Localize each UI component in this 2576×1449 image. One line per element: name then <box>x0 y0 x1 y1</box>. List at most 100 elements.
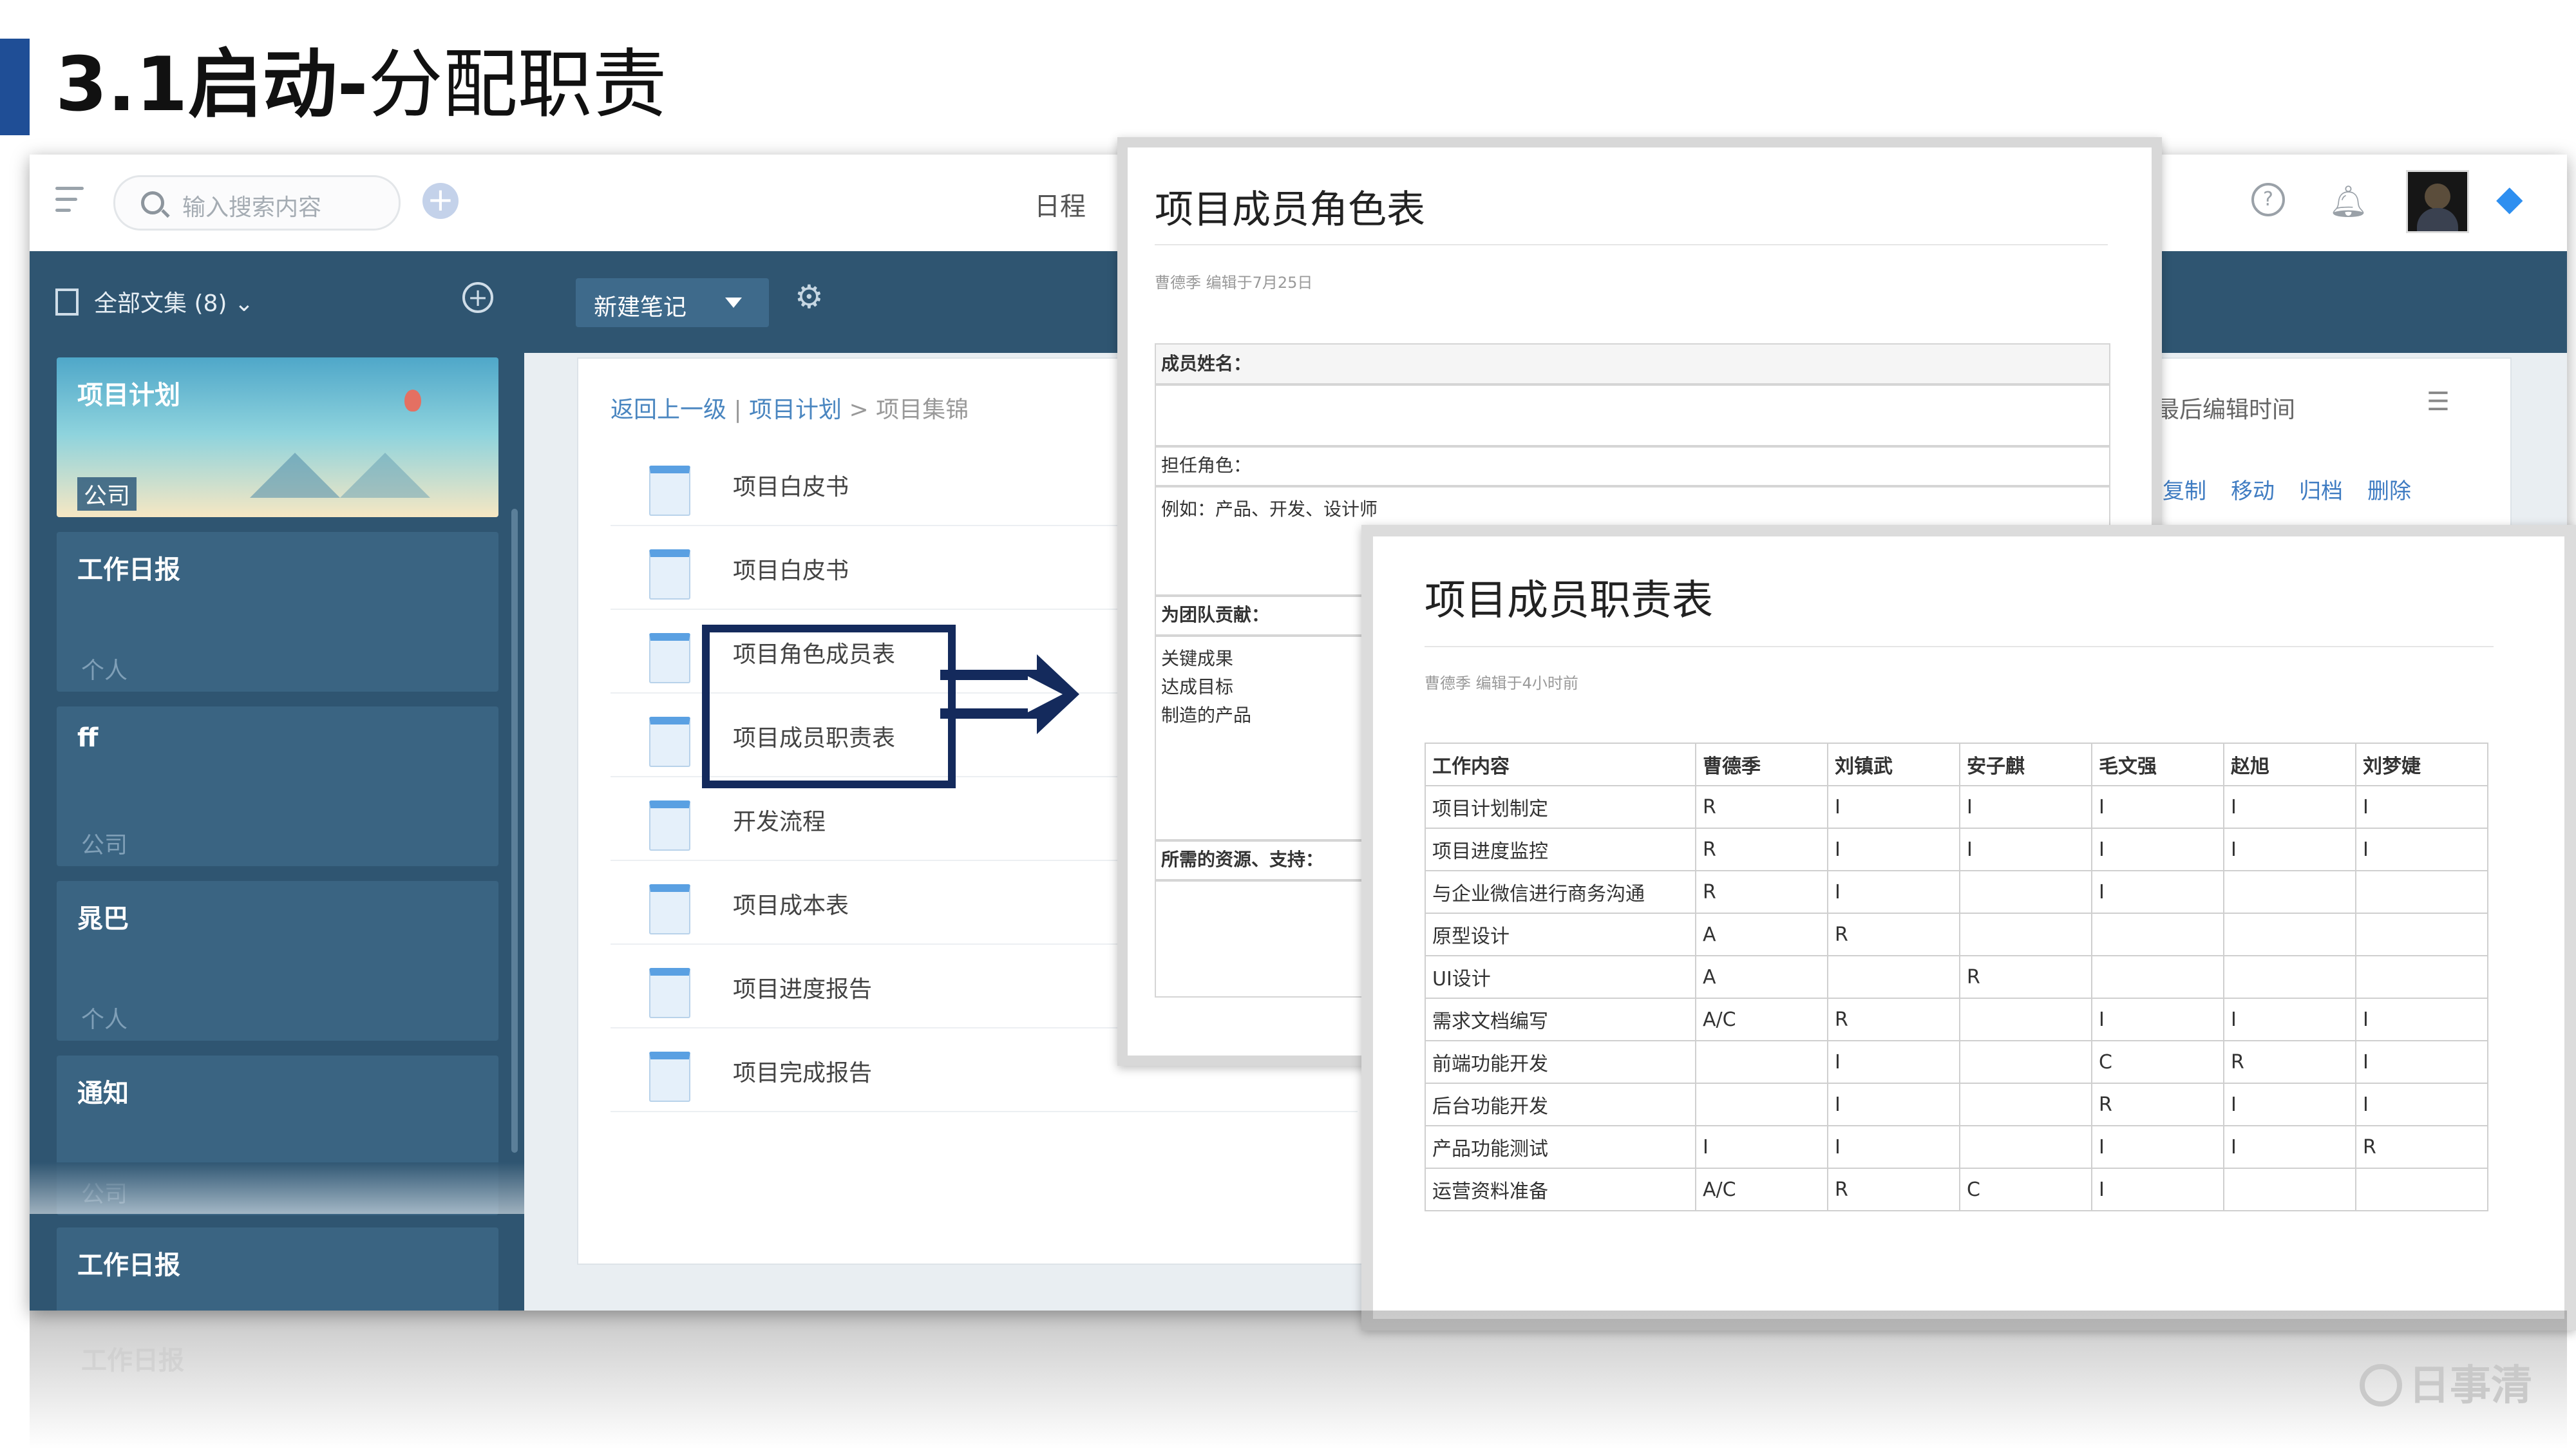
task-cell: 项目进度监控 <box>1425 828 1696 871</box>
add-collection-icon[interactable]: + <box>462 282 493 313</box>
collection-name: ff <box>77 723 99 753</box>
menu-icon[interactable] <box>55 187 84 219</box>
sort-icon[interactable]: ☰ <box>2427 387 2450 417</box>
raci-cell: R <box>2223 1040 2356 1084</box>
slide-title-bold: 3.1启动- <box>55 41 368 128</box>
raci-cell: R <box>1827 1168 1960 1211</box>
breadcrumb-back[interactable]: 返回上一级 <box>611 397 726 423</box>
document-icon <box>649 800 690 851</box>
raci-cell <box>2355 913 2488 956</box>
raci-table: 工作内容 曹德季 刘镇武 安子麒 毛文强 赵旭 刘梦婕 项目计划制定 R I I I I I… <box>1425 743 2488 1211</box>
raci-cell: I <box>2355 785 2488 829</box>
raci-cell: I <box>2091 1168 2224 1211</box>
balloon-illustration <box>404 390 421 412</box>
breadcrumb: 返回上一级 | 项目计划 > 项目集锦 <box>611 391 969 424</box>
doc-title: 开发流程 <box>733 809 826 835</box>
divider <box>1155 244 2108 245</box>
doc-title: 项目成员职责表 <box>1425 577 1713 625</box>
collection-scope: 个人 <box>81 658 128 684</box>
table-row: 后台功能开发 I R I I <box>1425 1083 2488 1126</box>
raci-cell: R <box>1695 870 1828 914</box>
sidebar-header[interactable]: 全部文集 (8) ⌄ <box>94 285 254 318</box>
form-row <box>1155 383 2110 448</box>
search-box[interactable]: 输入搜索内容 <box>113 175 401 231</box>
doc-title: 项目进度报告 <box>733 976 873 1003</box>
raci-cell: I <box>2355 1083 2488 1126</box>
raci-cell: C <box>2091 1040 2224 1084</box>
nav-schedule[interactable]: 日程 <box>1034 185 1086 223</box>
move-button[interactable]: 移动 <box>2231 478 2275 504</box>
collection-card[interactable]: 工作日报 个人 <box>57 532 498 692</box>
raci-cell: I <box>1827 828 1960 871</box>
form-hint: 制造的产品 <box>1161 705 1252 726</box>
doc-title: 项目白皮书 <box>733 474 849 500</box>
raci-cell: I <box>2223 785 2356 829</box>
doc-title: 项目成员角色表 <box>1155 187 1425 232</box>
raci-cell: I <box>2091 1125 2224 1169</box>
table-row: 前端功能开发 I C R I <box>1425 1040 2488 1084</box>
breadcrumb-arrow: > <box>842 397 876 423</box>
raci-cell: I <box>1959 828 2092 871</box>
form-label: 担任角色： <box>1161 455 1252 476</box>
archive-button[interactable]: 归档 <box>2299 478 2343 504</box>
raci-cell <box>2355 1168 2488 1211</box>
form-label: 所需的资源、支持： <box>1161 849 1324 870</box>
bell-icon[interactable]: 🔔︎ <box>2329 183 2368 220</box>
raci-cell: I <box>1827 1040 1960 1084</box>
diamond-icon[interactable]: ◆ <box>2496 178 2523 218</box>
arrow-right-icon <box>940 654 1079 734</box>
new-note-button[interactable]: 新建笔记 <box>576 278 769 327</box>
reflection-label: 工作日报 <box>81 1346 184 1376</box>
collection-icon <box>55 289 79 316</box>
collection-card[interactable]: 工作日报 <box>57 1227 498 1311</box>
table-row: UI设计 A R <box>1425 955 2488 999</box>
raci-cell: I <box>2091 828 2224 871</box>
form-hint: 例如：产品、开发、设计师 <box>1161 498 1378 520</box>
raci-cell: I <box>1827 785 1960 829</box>
raci-cell <box>1959 998 2092 1041</box>
collection-name: 工作日报 <box>77 555 180 585</box>
breadcrumb-parent[interactable]: 项目计划 <box>749 397 842 423</box>
raci-cell: R <box>1959 955 2092 999</box>
form-hint: 关键成果 <box>1161 648 1234 669</box>
document-icon <box>649 717 690 767</box>
table-header: 刘镇武 <box>1827 743 1960 786</box>
raci-cell <box>2091 913 2224 956</box>
raci-cell <box>2355 870 2488 914</box>
sidebar-fade <box>30 1162 524 1214</box>
raci-cell: I <box>2091 785 2224 829</box>
document-icon <box>649 968 690 1018</box>
raci-cell: I <box>2223 828 2356 871</box>
table-row: 项目计划制定 R I I I I I <box>1425 785 2488 829</box>
copy-button[interactable]: 复制 <box>2163 478 2206 504</box>
add-icon[interactable]: + <box>422 183 459 219</box>
raci-cell: R <box>1827 913 1960 956</box>
collection-card[interactable]: 晁巴 个人 <box>57 881 498 1041</box>
new-note-label: 新建笔记 <box>594 294 687 321</box>
raci-cell: R <box>1695 828 1828 871</box>
raci-cell: A <box>1695 913 1828 956</box>
avatar[interactable] <box>2406 170 2469 233</box>
chevron-down-icon[interactable] <box>725 298 742 308</box>
column-header-last-edit[interactable]: 最后编辑时间 <box>2156 391 2295 424</box>
gear-icon[interactable]: ⚙ <box>795 278 824 316</box>
doc-title: 项目成本表 <box>733 893 849 919</box>
slide-title: 3.1启动-分配职责 <box>55 33 667 137</box>
task-cell: 运营资料准备 <box>1425 1168 1696 1211</box>
document-icon <box>649 884 690 934</box>
help-icon[interactable]: ? <box>2251 183 2285 216</box>
collection-name: 晁巴 <box>77 904 129 934</box>
sidebar-scrollbar[interactable] <box>511 509 518 1153</box>
task-cell: 原型设计 <box>1425 913 1696 956</box>
collection-card[interactable]: ff 公司 <box>57 706 498 866</box>
task-cell: 产品功能测试 <box>1425 1125 1696 1169</box>
raci-cell: I <box>2223 1083 2356 1126</box>
raci-cell: I <box>1827 1125 1960 1169</box>
search-input[interactable]: 输入搜索内容 <box>182 189 321 222</box>
raci-cell: I <box>1959 785 2092 829</box>
delete-button[interactable]: 删除 <box>2367 478 2411 504</box>
form-label: 成员姓名： <box>1161 353 1252 374</box>
table-row: 运营资料准备 A/C R C I <box>1425 1168 2488 1211</box>
raci-cell <box>2223 870 2356 914</box>
collection-card-project-plan[interactable]: 项目计划 公司 <box>57 357 498 517</box>
